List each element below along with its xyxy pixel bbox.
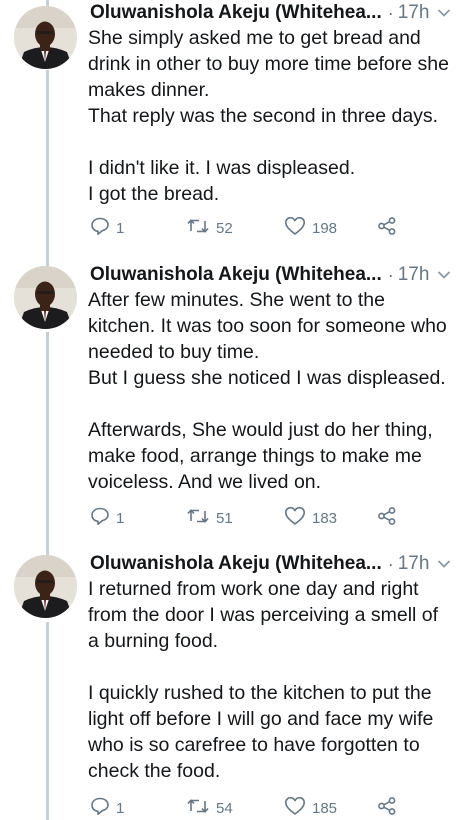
- share-button[interactable]: [376, 506, 406, 531]
- chevron-down-icon[interactable]: [437, 270, 451, 280]
- reply-button[interactable]: 1: [90, 507, 186, 529]
- tweet-actions: 1 52 198: [90, 216, 406, 241]
- separator-dot: ·: [387, 264, 394, 285]
- reply-button[interactable]: 1: [90, 217, 186, 239]
- chevron-down-icon[interactable]: [437, 559, 451, 569]
- timestamp[interactable]: 17h: [398, 553, 430, 575]
- retweet-icon: [186, 216, 210, 241]
- tweet-actions: 1 54 185: [90, 796, 406, 820]
- tweet-text: After few minutes. She went to the kitch…: [88, 289, 447, 493]
- author-name[interactable]: Oluwanishola Akeju (Whitehea...: [90, 2, 382, 24]
- like-count: 185: [312, 799, 338, 817]
- avatar[interactable]: [14, 555, 77, 618]
- like-count: 198: [312, 219, 338, 237]
- like-button[interactable]: 183: [284, 506, 376, 531]
- reply-icon: [90, 506, 110, 531]
- retweet-count: 54: [216, 799, 233, 817]
- tweet-text: She simply asked me to get bread and dri…: [88, 27, 449, 205]
- retweet-button[interactable]: 54: [186, 797, 284, 819]
- tweet-header: Oluwanishola Akeju (Whitehea... · 17h: [90, 0, 462, 26]
- reply-count: 1: [116, 799, 125, 817]
- avatar[interactable]: [14, 6, 77, 69]
- retweet-button[interactable]: 51: [186, 507, 284, 529]
- share-button[interactable]: [376, 216, 406, 241]
- share-icon: [376, 506, 398, 531]
- separator-dot: ·: [387, 2, 394, 23]
- tweet-actions: 1 51 183: [90, 506, 406, 531]
- author-name[interactable]: Oluwanishola Akeju (Whitehea...: [90, 553, 382, 575]
- tweet-header: Oluwanishola Akeju (Whitehea... · 17h: [90, 551, 462, 577]
- reply-count: 1: [116, 509, 125, 527]
- timestamp[interactable]: 17h: [398, 264, 430, 286]
- reply-icon: [90, 216, 110, 241]
- reply-icon: [90, 796, 110, 820]
- timestamp[interactable]: 17h: [398, 2, 430, 24]
- heart-icon: [284, 796, 306, 820]
- like-button[interactable]: 198: [284, 216, 376, 241]
- tweet[interactable]: Oluwanishola Akeju (Whitehea... · 17h Af…: [0, 262, 472, 542]
- author-name[interactable]: Oluwanishola Akeju (Whitehea...: [90, 264, 382, 286]
- tweet[interactable]: Oluwanishola Akeju (Whitehea... · 17h Sh…: [0, 0, 472, 250]
- heart-icon: [284, 216, 306, 241]
- separator-dot: ·: [387, 553, 394, 574]
- retweet-count: 51: [216, 509, 233, 527]
- heart-icon: [284, 506, 306, 531]
- reply-button[interactable]: 1: [90, 797, 186, 819]
- like-button[interactable]: 185: [284, 796, 376, 820]
- retweet-icon: [186, 796, 210, 820]
- tweet-text: I returned from work one day and right f…: [88, 578, 439, 782]
- tweet[interactable]: Oluwanishola Akeju (Whitehea... · 17h I …: [0, 551, 472, 820]
- share-icon: [376, 796, 398, 820]
- tweet-header: Oluwanishola Akeju (Whitehea... · 17h: [90, 262, 462, 288]
- retweet-count: 52: [216, 219, 233, 237]
- reply-count: 1: [116, 219, 125, 237]
- like-count: 183: [312, 509, 338, 527]
- retweet-button[interactable]: 52: [186, 217, 284, 239]
- share-button[interactable]: [376, 796, 406, 820]
- avatar[interactable]: [14, 266, 77, 329]
- tweet-thread: Oluwanishola Akeju (Whitehea... · 17h Sh…: [0, 0, 472, 820]
- retweet-icon: [186, 506, 210, 531]
- chevron-down-icon[interactable]: [437, 8, 451, 18]
- share-icon: [376, 216, 398, 241]
